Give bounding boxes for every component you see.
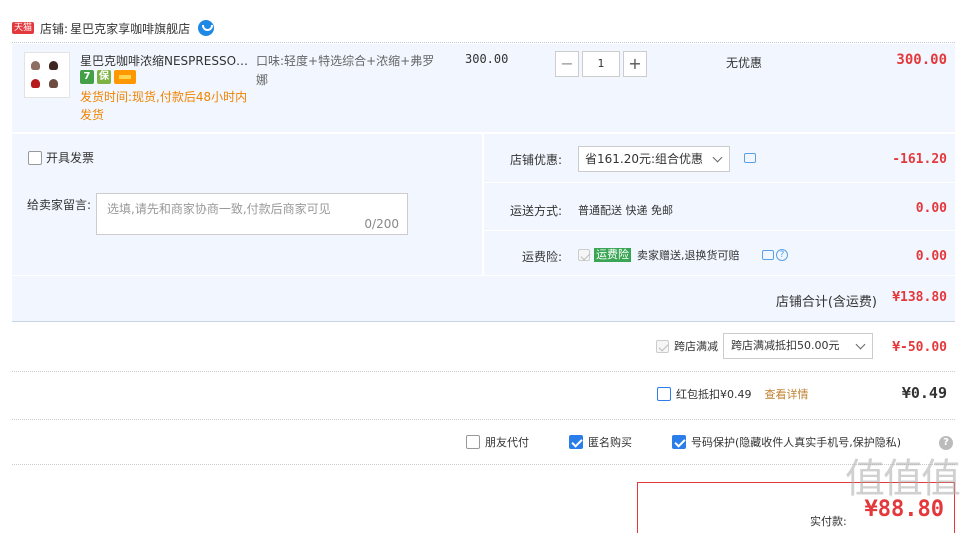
row-divider <box>12 419 955 420</box>
capsule-icon <box>49 79 58 88</box>
chevron-down-icon <box>855 339 866 350</box>
cross-store-discount: 跨店满减 跨店满减抵扣50.00元 <box>656 333 873 359</box>
red-packet-checkbox[interactable] <box>657 387 671 401</box>
seller-message-textarea[interactable]: 选填,请先和商家协商一致,付款后商家可见 0/200 <box>96 193 408 235</box>
insurance-help-icon[interactable]: ? <box>776 249 788 261</box>
shipping-label: 运送方式: <box>509 204 562 218</box>
chevron-down-icon <box>712 152 723 163</box>
item-total: 300.00 <box>896 52 947 68</box>
anonymous-label: 匿名购买 <box>588 436 632 449</box>
shop-promo-select[interactable]: 省161.20元:组合优惠 <box>578 146 730 172</box>
quantity-increase-button[interactable]: + <box>623 51 647 77</box>
shop-header: 天猫 店铺: 星巴克家享咖啡旗舰店 <box>12 18 215 38</box>
header-divider <box>12 42 955 43</box>
anonymous-option[interactable]: 匿名购买 <box>569 434 632 450</box>
item-discount: 无优惠 <box>726 56 763 70</box>
wangwang-chat-icon[interactable] <box>198 20 215 36</box>
credit-card-icon[interactable] <box>114 70 136 84</box>
anonymous-checkbox[interactable] <box>569 435 583 449</box>
insurance-info: 运费险 卖家赠送,退换货可赔 <box>578 247 740 263</box>
shop-promo-value: 省161.20元:组合优惠 <box>585 152 704 166</box>
insurance-text: 卖家赠送,退换货可赔 <box>637 249 740 262</box>
product-attributes: 口味:轻度+特选综合+浓缩+弗罗娜 <box>256 54 435 87</box>
invoice-checkbox[interactable] <box>28 150 42 165</box>
subtotal-label: 店铺合计(含运费) <box>775 295 877 310</box>
tmall-badge: 天猫 <box>12 22 35 34</box>
shipping-amount: 0.00 <box>915 201 947 216</box>
guarantee-icon[interactable]: 保 <box>97 70 111 84</box>
shop-subtotal-row: 店铺合计(含运费) ¥138.80 <box>12 276 955 322</box>
shop-name-link[interactable]: 星巴克家享咖啡旗舰店 <box>70 20 190 37</box>
quantity-decrease-button[interactable]: − <box>555 51 579 77</box>
promo-info-icon[interactable] <box>744 153 756 163</box>
message-char-count: 0/200 <box>364 217 399 231</box>
shop-promo-label: 店铺优惠: <box>509 153 562 167</box>
invoice-label: 开具发票 <box>46 151 95 165</box>
insurance-chat-icon[interactable] <box>762 250 774 260</box>
options-separator <box>484 182 955 183</box>
quantity-input[interactable]: 1 <box>582 51 620 77</box>
order-item-row: 星巴克咖啡浓缩NESPRESSO胶... 7 保 发货时间:现货,付款后48小时… <box>12 44 955 132</box>
shop-promo-amount: -161.20 <box>892 152 947 167</box>
order-options: 开具发票 给卖家留言: 选填,请先和商家协商一致,付款后商家可见 0/200 店… <box>12 134 955 275</box>
unit-price: 300.00 <box>465 52 509 66</box>
payment-label: 实付款: <box>810 515 847 528</box>
cross-store-select-value: 跨店满减抵扣50.00元 <box>731 339 840 352</box>
shop-label: 店铺: <box>40 21 69 36</box>
red-packet-option: 红包抵扣¥0.49 查看详情 <box>657 386 809 402</box>
friend-pay-checkbox[interactable] <box>466 435 480 449</box>
row-divider <box>12 464 955 465</box>
cross-store-select[interactable]: 跨店满减抵扣50.00元 <box>723 333 873 359</box>
insurance-label: 运费险: <box>521 250 562 264</box>
insurance-amount: 0.00 <box>915 249 947 264</box>
shipping-time: 发货时间:现货,付款后48小时内发货 <box>80 90 248 122</box>
red-packet-label: 红包抵扣¥0.49 <box>676 388 752 401</box>
cross-store-label: 跨店满减 <box>674 340 718 353</box>
watermark: 值值值 <box>845 456 961 502</box>
quantity-stepper: − 1 + <box>555 51 647 77</box>
row-divider <box>12 371 955 372</box>
capsule-icon <box>31 79 40 88</box>
red-packet-amount: ¥0.49 <box>901 384 947 402</box>
message-label: 给卖家留言: <box>27 198 92 212</box>
friend-pay-option[interactable]: 朋友代付 <box>466 434 529 450</box>
service-badges: 7 保 <box>80 70 136 84</box>
red-packet-details-link[interactable]: 查看详情 <box>765 386 809 402</box>
capsule-icon <box>49 61 58 70</box>
insurance-tag: 运费险 <box>594 248 631 262</box>
message-placeholder: 选填,请先和商家协商一致,付款后商家可见 <box>107 202 331 216</box>
cross-store-checkbox <box>656 339 669 353</box>
invoice-option[interactable]: 开具发票 <box>28 149 94 166</box>
insurance-checkbox <box>578 249 590 261</box>
options-left-panel: 开具发票 给卖家留言: 选填,请先和商家协商一致,付款后商家可见 0/200 <box>12 134 482 275</box>
friend-pay-label: 朋友代付 <box>485 436 529 449</box>
number-protect-checkbox[interactable] <box>672 435 686 449</box>
options-right-panel: 店铺优惠: 省161.20元:组合优惠 -161.20 运送方式: 普通配送 快… <box>484 134 955 275</box>
cross-store-amount: ¥-50.00 <box>892 340 947 355</box>
product-title-link[interactable]: 星巴克咖啡浓缩NESPRESSO胶... <box>80 52 256 69</box>
subtotal-value: ¥138.80 <box>892 290 947 305</box>
seven-day-return-icon[interactable]: 7 <box>80 70 94 84</box>
shipping-method: 普通配送 快递 免邮 <box>578 204 673 217</box>
capsule-icon <box>31 61 40 70</box>
options-separator <box>484 230 955 231</box>
product-thumbnail[interactable] <box>24 52 70 98</box>
